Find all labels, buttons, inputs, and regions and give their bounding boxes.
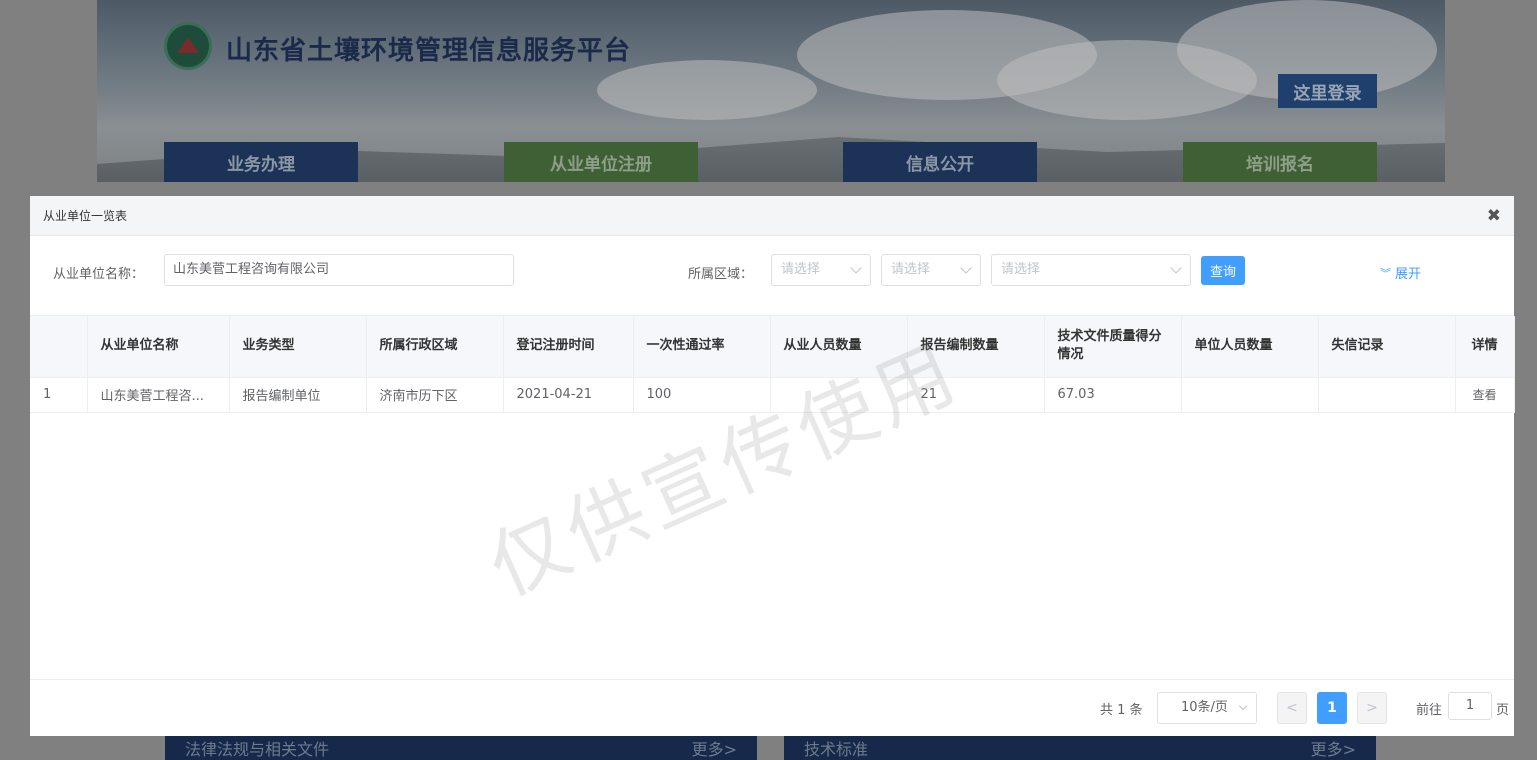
dialog-header: 从业单位一览表 ✖: [30, 196, 1514, 236]
unit-table: 从业单位名称 业务类型 所属行政区域 登记注册时间 一次性通过率 从业人员数量 …: [30, 315, 1515, 679]
cell-quality-score: 67.03: [1044, 377, 1182, 413]
cell-unit-staff: [1181, 377, 1319, 413]
col-index: [30, 316, 88, 378]
unit-name-input[interactable]: 山东美菅工程咨询有限公司: [164, 254, 514, 286]
pagination-total: 共 1 条: [1100, 703, 1143, 718]
cell-business-type: 报告编制单位: [229, 377, 367, 413]
col-pass-rate: 一次性通过率: [633, 316, 771, 378]
filter-bar: 从业单位名称： 山东美菅工程咨询有限公司 所属区域： 请选择 请选择 请选择: [30, 236, 1514, 314]
site-title: 山东省土壤环境管理信息服务平台: [226, 36, 632, 66]
col-unit-staff: 单位人员数量: [1181, 316, 1319, 378]
goto-label: 前往: [1416, 703, 1443, 718]
login-button[interactable]: 这里登录: [1278, 74, 1377, 108]
col-dishonest: 失信记录: [1318, 316, 1456, 378]
page-suffix: 页: [1496, 703, 1510, 718]
prev-page-button[interactable]: <: [1277, 692, 1307, 724]
district-select[interactable]: 请选择: [991, 254, 1191, 286]
query-button[interactable]: 查询: [1201, 256, 1245, 285]
col-detail: 详情: [1455, 316, 1515, 378]
laws-panel-title: 法律法规与相关文件: [185, 740, 330, 759]
region-label: 所属区域：: [688, 267, 754, 282]
cell-reg-date: 2021-04-21: [503, 377, 634, 413]
col-quality-score: 技术文件质量得分情况: [1044, 316, 1182, 378]
col-region: 所属行政区域: [366, 316, 504, 378]
next-page-button[interactable]: >: [1357, 692, 1387, 724]
district-select-placeholder: 请选择: [1001, 262, 1041, 277]
cell-detail: 查看: [1455, 377, 1515, 413]
chevron-down-icon: [850, 262, 862, 274]
close-icon[interactable]: ✖: [1487, 206, 1501, 226]
nav-info-public[interactable]: 信息公开: [843, 142, 1037, 182]
site-logo: [164, 22, 212, 70]
dialog-title: 从业单位一览表: [43, 209, 128, 223]
col-report-count: 报告编制数量: [907, 316, 1045, 378]
table-header-row: 从业单位名称 业务类型 所属行政区域 登记注册时间 一次性通过率 从业人员数量 …: [30, 316, 1515, 378]
laws-panel: 法律法规与相关文件 更多>: [165, 736, 757, 760]
standards-panel: 技术标准 更多>: [784, 736, 1376, 760]
pagination: 共 1 条 10条/页 < 1 > 前往 1 页: [30, 679, 1514, 736]
double-chevron-down-icon: ︾: [1380, 266, 1391, 280]
cell-staff-count: [770, 377, 908, 413]
city-select[interactable]: 请选择: [881, 254, 981, 286]
page-number-button[interactable]: 1: [1317, 692, 1347, 724]
cell-report-count: 21: [907, 377, 1045, 413]
city-select-placeholder: 请选择: [891, 262, 931, 277]
nav-training[interactable]: 培训报名: [1183, 142, 1377, 182]
province-select[interactable]: 请选择: [771, 254, 871, 286]
nav-unit-register[interactable]: 从业单位注册: [504, 142, 698, 182]
page-size-value: 10条/页: [1181, 700, 1228, 715]
standards-more-link[interactable]: 更多>: [1311, 736, 1356, 760]
chevron-down-icon: [1238, 701, 1248, 711]
col-business-type: 业务类型: [229, 316, 367, 378]
unit-name-label: 从业单位名称：: [53, 267, 145, 282]
standards-panel-title: 技术标准: [804, 740, 869, 759]
chevron-down-icon: [1170, 262, 1182, 274]
cell-region: 济南市历下区: [366, 377, 504, 413]
unit-list-dialog: 从业单位一览表 ✖ 从业单位名称： 山东美菅工程咨询有限公司 所属区域： 请选择…: [30, 196, 1515, 736]
nav-business[interactable]: 业务办理: [164, 142, 358, 182]
cell-index: 1: [30, 377, 88, 413]
col-reg-date: 登记注册时间: [503, 316, 634, 378]
cell-dishonest: [1318, 377, 1456, 413]
chevron-down-icon: [960, 262, 972, 274]
cell-unit-name: 山东美菅工程咨...: [87, 377, 230, 413]
expand-toggle[interactable]: ︾ 展开: [1380, 263, 1422, 283]
laws-more-link[interactable]: 更多>: [692, 736, 737, 760]
expand-label: 展开: [1395, 267, 1422, 282]
province-select-placeholder: 请选择: [781, 262, 821, 277]
goto-page-input[interactable]: 1: [1448, 692, 1492, 720]
table-row[interactable]: 1 山东美菅工程咨... 报告编制单位 济南市历下区 2021-04-21 10…: [30, 377, 1515, 413]
col-unit-name: 从业单位名称: [87, 316, 230, 378]
page-size-select[interactable]: 10条/页: [1157, 692, 1257, 724]
view-detail-link[interactable]: 查看: [1472, 388, 1496, 402]
cell-pass-rate: 100: [633, 377, 771, 413]
col-staff-count: 从业人员数量: [770, 316, 908, 378]
